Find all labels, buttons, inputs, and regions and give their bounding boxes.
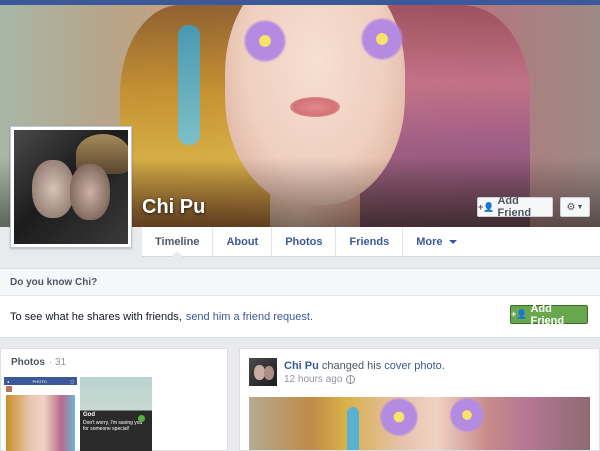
thumb-picture xyxy=(6,395,75,451)
chevron-down-icon xyxy=(448,239,457,244)
tab-timeline-label: Timeline xyxy=(155,235,200,248)
tab-about-label: About xyxy=(226,235,259,248)
cover-flower-right xyxy=(360,17,404,61)
story-headline: Chi Pu changed his cover photo. xyxy=(284,360,445,372)
story-author-link[interactable]: Chi Pu xyxy=(284,360,319,372)
profile-name[interactable]: Chi Pu xyxy=(142,196,205,219)
photos-card: Photos · 31 ◂ PHOTO ▢ God Don't worry, I… xyxy=(0,348,228,451)
gear-icon: ⚙ xyxy=(566,201,576,213)
tab-photos-label: Photos xyxy=(285,235,323,248)
thumb-menu-icon: ▢ xyxy=(70,378,74,384)
photos-card-header: Photos · 31 xyxy=(1,349,227,376)
photos-count: · 31 xyxy=(48,357,67,368)
story-photo-blue-streak xyxy=(347,407,359,450)
photo-thumbnail[interactable]: ◂ PHOTO ▢ xyxy=(4,377,77,451)
story-action: changed his xyxy=(321,360,382,372)
story-photo-flower-left xyxy=(379,397,419,437)
add-friend-green-button[interactable]: +👤 Add Friend xyxy=(510,302,588,327)
profile-picture-image xyxy=(14,130,128,244)
story-meta: 12 hours ago xyxy=(284,374,356,385)
cover-blue-streak xyxy=(178,25,200,145)
photo-thumbnail[interactable]: God Don't worry, I'm saving you for some… xyxy=(80,377,152,451)
friend-request-card: Do you know Chi? To see what he shares w… xyxy=(0,268,600,338)
profile-tabs: Timeline About Photos Friends More xyxy=(142,227,600,257)
settings-dropdown-button[interactable]: ⚙ ▼ xyxy=(560,197,590,217)
timeline-story: Chi Pu changed his cover photo. 12 hours… xyxy=(239,348,600,451)
thumb-row xyxy=(4,385,77,393)
profile-picture[interactable] xyxy=(10,126,132,248)
avatar-face-left xyxy=(32,160,74,218)
story-photo-flower-right xyxy=(449,397,485,433)
cover-flower-left xyxy=(243,19,287,63)
story-timestamp[interactable]: 12 hours ago xyxy=(284,374,342,385)
photos-card-title[interactable]: Photos xyxy=(11,357,45,368)
tab-photos[interactable]: Photos xyxy=(272,227,337,256)
tab-more-label: More xyxy=(416,235,443,248)
friend-request-link[interactable]: send him a friend request. xyxy=(186,311,313,323)
add-friend-icon: +👤 xyxy=(478,201,495,212)
avatar-face-right xyxy=(70,164,110,220)
thumb-avatar xyxy=(6,386,12,392)
thumb-bar-title: PHOTO xyxy=(32,378,47,384)
tab-timeline[interactable]: Timeline xyxy=(142,227,214,257)
tab-more[interactable]: More xyxy=(403,227,469,256)
add-friend-label: Add Friend xyxy=(497,195,532,219)
story-object-link[interactable]: cover photo. xyxy=(384,360,445,372)
story-photo[interactable] xyxy=(249,397,590,450)
thumb-app-bar: ◂ PHOTO ▢ xyxy=(4,377,77,385)
tab-about[interactable]: About xyxy=(213,227,273,256)
tab-friends[interactable]: Friends xyxy=(336,227,404,256)
cover-lips xyxy=(290,97,340,117)
thumb-message-text: Don't worry, I'm saving you for someone … xyxy=(83,419,143,432)
tab-friends-label: Friends xyxy=(349,235,390,248)
friend-request-text: To see what he shares with friends, xyxy=(10,311,182,323)
story-avatar-face-right xyxy=(264,366,274,380)
online-dot-icon xyxy=(138,415,145,422)
add-friend-icon: +👤 xyxy=(511,309,528,319)
thumb-back-icon: ◂ xyxy=(7,378,10,384)
add-friend-green-label: Add Friend xyxy=(530,302,565,327)
friend-request-card-title: Do you know Chi? xyxy=(0,269,600,296)
story-author-avatar[interactable] xyxy=(249,358,277,386)
add-friend-button[interactable]: +👤 Add Friend xyxy=(477,195,553,219)
globe-icon xyxy=(346,375,356,384)
chevron-down-icon: ▼ xyxy=(576,203,584,211)
